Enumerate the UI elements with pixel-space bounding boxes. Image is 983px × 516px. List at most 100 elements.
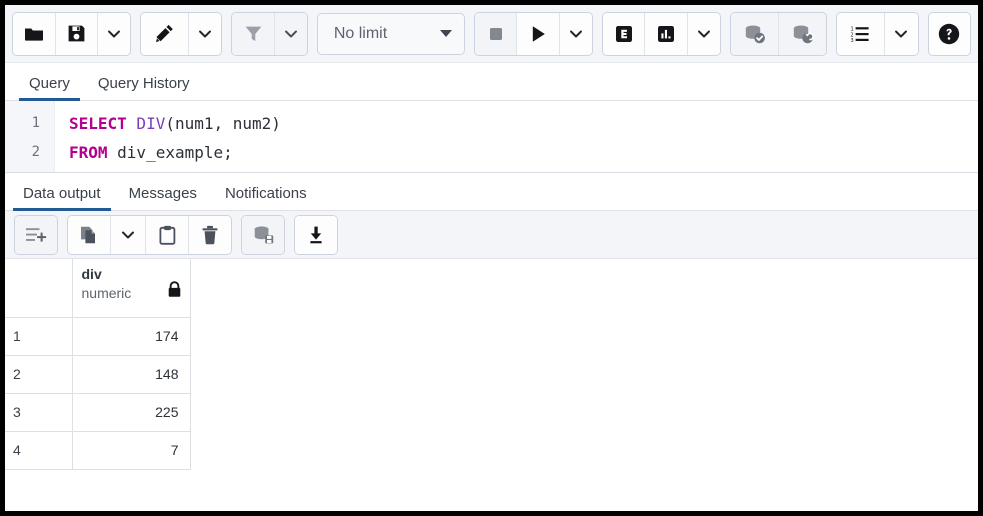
filter-button[interactable]: [232, 12, 275, 55]
tab-messages-label: Messages: [128, 185, 197, 202]
save-icon: [66, 23, 87, 44]
header-row: div numeric: [5, 259, 191, 318]
copy-button[interactable]: [68, 215, 111, 254]
sql-editor[interactable]: 1 2 SELECT DIV(num1, num2) FROM div_exam…: [5, 101, 978, 173]
result-grid-header: div numeric: [5, 259, 191, 318]
bar-chart-icon: [655, 23, 677, 45]
sql-function: DIV: [126, 114, 166, 133]
add-row-button[interactable]: [15, 215, 57, 254]
stop-query-button[interactable]: [474, 12, 518, 55]
cell-div[interactable]: 225: [72, 393, 191, 432]
save-file-button[interactable]: [55, 12, 98, 55]
folder-icon: [23, 23, 45, 45]
open-file-button[interactable]: [13, 12, 56, 55]
explain-button-group: [601, 11, 721, 56]
result-grid-container[interactable]: div numeric 1 174 2 148 3 225 4 7: [5, 259, 978, 511]
tab-notifications-label: Notifications: [224, 185, 307, 202]
chevron-down-icon: [893, 26, 909, 42]
execute-query-button[interactable]: [517, 12, 560, 55]
rollback-button[interactable]: [779, 12, 827, 55]
sql-keyword: FROM: [69, 143, 108, 162]
query-tool-window: No limit 1 2 3 Query Query History 1 2 S…: [5, 5, 978, 511]
macros-dropdown[interactable]: [885, 12, 918, 55]
trash-icon: [201, 225, 219, 245]
download-icon: [306, 225, 326, 245]
explain-button[interactable]: [602, 12, 646, 55]
tab-notifications[interactable]: Notifications: [215, 185, 317, 210]
clipboard-icon: [158, 225, 177, 245]
row-number-header: [5, 259, 73, 318]
help-button[interactable]: [928, 12, 971, 55]
save-data-changes-button[interactable]: [242, 215, 284, 254]
tab-messages[interactable]: Messages: [119, 185, 207, 210]
database-check-icon: [743, 23, 767, 45]
cell-div[interactable]: 174: [72, 317, 191, 356]
output-tabbar: Data output Messages Notifications: [5, 173, 978, 211]
cell-div[interactable]: 7: [72, 431, 191, 470]
stop-square-icon: [486, 24, 506, 44]
tab-query-history[interactable]: Query History: [88, 75, 200, 100]
download-button-group: [294, 214, 338, 255]
explain-analyze-button[interactable]: [645, 12, 688, 55]
cell-div[interactable]: 148: [72, 355, 191, 394]
add-row-button-group: [14, 214, 58, 255]
copy-paste-button-group: [67, 214, 232, 255]
result-grid: div numeric 1 174 2 148 3 225 4 7: [5, 259, 191, 470]
row-number: 4: [5, 431, 73, 470]
editor-gutter: 1 2: [5, 101, 55, 172]
svg-text:3: 3: [850, 38, 853, 44]
output-toolbar: [5, 211, 978, 259]
column-header-div[interactable]: div numeric: [72, 259, 191, 318]
tab-query[interactable]: Query: [19, 75, 80, 101]
explain-e-icon: [613, 23, 635, 45]
chevron-down-icon: [120, 227, 136, 243]
save-data-button-group: [241, 214, 285, 255]
play-icon: [527, 23, 549, 45]
database-rollback-icon: [791, 23, 815, 45]
sql-text: div_example;: [107, 143, 233, 162]
commit-button[interactable]: [730, 12, 780, 55]
chevron-down-icon: [283, 26, 299, 42]
chevron-down-icon: [197, 26, 213, 42]
row-number: 2: [5, 355, 73, 394]
filter-button-group: [231, 11, 308, 56]
edit-dropdown[interactable]: [189, 12, 222, 55]
row-limit-select[interactable]: No limit: [316, 12, 465, 55]
pencil-icon: [154, 23, 175, 44]
execute-button-group: [473, 11, 593, 56]
edit-button-group: [140, 11, 223, 56]
query-tabbar: Query Query History: [5, 63, 978, 101]
macros-button[interactable]: 1 2 3: [837, 12, 886, 55]
funnel-icon: [243, 23, 264, 44]
edit-button[interactable]: [141, 12, 190, 55]
main-toolbar: No limit 1 2 3: [5, 5, 978, 63]
save-file-dropdown[interactable]: [98, 12, 131, 55]
macros-button-group: 1 2 3: [836, 11, 919, 56]
transaction-button-group: [729, 11, 828, 56]
table-row[interactable]: 4 7: [5, 431, 191, 470]
sql-text: (num1, num2): [165, 114, 281, 133]
editor-code-area[interactable]: SELECT DIV(num1, num2) FROM div_example;: [55, 101, 978, 172]
delete-button[interactable]: [189, 215, 231, 254]
tab-data-output[interactable]: Data output: [13, 185, 111, 211]
chevron-down-icon: [106, 26, 122, 42]
explain-dropdown[interactable]: [687, 12, 720, 55]
tab-query-label: Query: [29, 75, 70, 92]
row-limit-value: No limit: [333, 24, 388, 42]
filter-dropdown[interactable]: [274, 12, 307, 55]
lock-icon: [167, 281, 182, 298]
tab-data-output-label: Data output: [23, 185, 101, 202]
copy-dropdown[interactable]: [111, 215, 146, 254]
execute-dropdown[interactable]: [559, 12, 592, 55]
chevron-down-icon: [696, 26, 712, 42]
copy-icon: [79, 225, 99, 245]
table-row[interactable]: 2 148: [5, 355, 191, 394]
table-row[interactable]: 3 225: [5, 393, 191, 432]
chevron-down-icon: [568, 26, 584, 42]
table-row[interactable]: 1 174: [5, 317, 191, 356]
download-csv-button[interactable]: [295, 215, 337, 254]
numbered-list-icon: 1 2 3: [850, 24, 872, 44]
database-save-icon: [252, 224, 275, 245]
paste-button[interactable]: [146, 215, 189, 254]
sql-keyword: SELECT: [69, 114, 127, 133]
